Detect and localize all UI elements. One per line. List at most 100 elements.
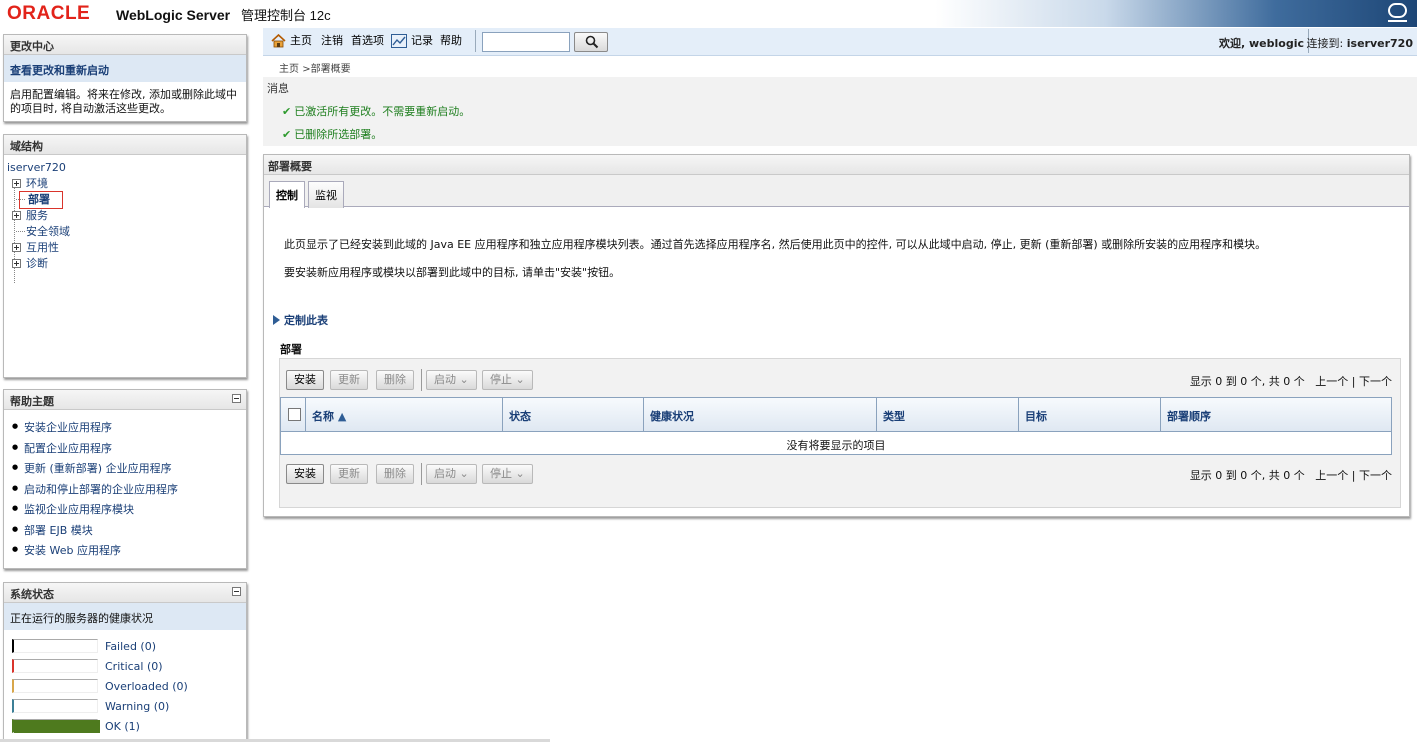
system-status-subtitle: 正在运行的服务器的健康状况 xyxy=(4,603,246,630)
change-center-text: 启用配置编辑。将来在修改, 添加或删除此域中的项目时, 将自动激活这些更改。 xyxy=(10,88,237,115)
pager-top: 显示 0 到 0 个, 共 0 个 上一个 | 下一个 xyxy=(1190,373,1392,389)
page-title: 部署概要 xyxy=(264,155,1409,175)
start-label: 启动 xyxy=(434,467,456,480)
system-status-title-text: 系统状态 xyxy=(10,588,54,601)
message-success: 已激活所有更改。不需要重新启动。 xyxy=(282,103,470,119)
customize-table-link[interactable]: 定制此表 xyxy=(273,312,328,328)
connected-to: 连接到: iserver720 xyxy=(1307,35,1413,51)
column-state[interactable]: 状态 xyxy=(502,398,643,432)
column-health[interactable]: 健康状况 xyxy=(643,398,876,432)
install-button[interactable]: 安装 xyxy=(286,464,324,484)
help-link-top[interactable]: 帮助 xyxy=(440,34,462,48)
breadcrumb-sep: > xyxy=(302,64,311,75)
health-row-overloaded: Overloaded (0) xyxy=(12,679,238,699)
chevron-down-icon: ⌄ xyxy=(515,467,525,480)
chevron-down-icon: ⌄ xyxy=(459,373,469,386)
message-success: 已删除所选部署。 xyxy=(282,126,382,142)
deployments-table-container: 安装 更新 删除 启动 ⌄ 停止 ⌄ 显示 0 到 0 个, 共 0 个 上一个… xyxy=(279,358,1401,508)
expand-plus-icon[interactable] xyxy=(12,179,21,188)
button-separator xyxy=(421,369,422,391)
tree-item-security-realms[interactable]: 安全领域 xyxy=(6,224,244,240)
help-link[interactable]: 监视企业应用程序模块 xyxy=(12,501,240,522)
column-targets[interactable]: 目标 xyxy=(1018,398,1160,432)
app-header: ORACLE WebLogic Server 管理控制台 12c xyxy=(0,0,1417,27)
tree-item-interoperability[interactable]: 互用性 xyxy=(6,240,244,256)
health-link[interactable]: Warning (0) xyxy=(105,700,169,713)
search-input[interactable] xyxy=(482,32,570,52)
pager-bottom: 显示 0 到 0 个, 共 0 个 上一个 | 下一个 xyxy=(1190,467,1392,483)
update-button[interactable]: 更新 xyxy=(330,464,368,484)
change-center-panel: 更改中心 查看更改和重新启动 启用配置编辑。将来在修改, 添加或删除此域中的项目… xyxy=(3,34,247,122)
delete-button[interactable]: 删除 xyxy=(376,370,414,390)
home-icon xyxy=(271,34,286,48)
health-row-warning: Warning (0) xyxy=(12,699,238,719)
collapse-icon[interactable] xyxy=(232,587,241,596)
table-header: 名称 ▲ 状态 健康状况 类型 目标 部署顺序 xyxy=(281,398,1391,432)
stop-dropdown[interactable]: 停止 ⌄ xyxy=(482,370,533,390)
oracle-o-bar-icon xyxy=(1388,20,1407,22)
help-topics-panel: 帮助主题 安装企业应用程序 配置企业应用程序 更新 (重新部署) 企业应用程序 … xyxy=(3,389,247,569)
stop-dropdown[interactable]: 停止 ⌄ xyxy=(482,464,533,484)
help-link[interactable]: 安装企业应用程序 xyxy=(12,419,240,440)
health-bar-fill xyxy=(14,720,100,733)
column-name[interactable]: 名称 ▲ xyxy=(305,398,502,432)
tree-root-domain[interactable]: iserver720 xyxy=(7,161,244,174)
tree-item-label: 诊断 xyxy=(26,257,48,270)
deployment-summary-panel: 部署概要 控制 监视 此页显示了已经安装到此域的 Java EE 应用程序和独立… xyxy=(263,154,1410,517)
install-button[interactable]: 安装 xyxy=(286,370,324,390)
select-all-checkbox[interactable] xyxy=(288,408,301,421)
connected-label: 连接到: xyxy=(1306,37,1344,50)
select-all-cell xyxy=(281,398,305,432)
health-link[interactable]: Failed (0) xyxy=(105,640,156,653)
help-link[interactable]: 安装 Web 应用程序 xyxy=(12,542,240,563)
column-type[interactable]: 类型 xyxy=(876,398,1018,432)
preferences-link[interactable]: 首选项 xyxy=(351,34,384,48)
help-link[interactable]: 部署 EJB 模块 xyxy=(12,522,240,543)
expand-plus-icon[interactable] xyxy=(12,259,21,268)
collapse-icon[interactable] xyxy=(232,394,241,403)
record-label: 记录 xyxy=(411,34,433,47)
update-button[interactable]: 更新 xyxy=(330,370,368,390)
health-link[interactable]: OK (1) xyxy=(105,720,140,733)
health-link[interactable]: Overloaded (0) xyxy=(105,680,188,693)
tab-monitoring[interactable]: 监视 xyxy=(308,181,344,208)
expand-plus-icon[interactable] xyxy=(12,211,21,220)
tab-control[interactable]: 控制 xyxy=(269,181,305,208)
start-dropdown[interactable]: 启动 ⌄ xyxy=(426,464,477,484)
search-button[interactable] xyxy=(574,32,608,52)
pager-next[interactable]: 下一个 xyxy=(1359,469,1392,482)
tree-item-diagnostics[interactable]: 诊断 xyxy=(6,256,244,272)
health-row-failed: Failed (0) xyxy=(12,639,238,659)
help-link[interactable]: 更新 (重新部署) 企业应用程序 xyxy=(12,460,240,481)
tree-item-environment[interactable]: 环境 xyxy=(6,176,244,192)
view-changes-restarts-link[interactable]: 查看更改和重新启动 xyxy=(4,55,246,82)
connected-server: iserver720 xyxy=(1346,37,1413,50)
pager-prev[interactable]: 上一个 xyxy=(1315,469,1348,482)
tree-item-label: 互用性 xyxy=(26,241,59,254)
column-deployment-order[interactable]: 部署顺序 xyxy=(1160,398,1391,432)
tree-item-services[interactable]: 服务 xyxy=(6,208,244,224)
health-row-critical: Critical (0) xyxy=(12,659,238,679)
help-topics-title: 帮助主题 xyxy=(4,390,246,410)
pager-prev[interactable]: 上一个 xyxy=(1315,375,1348,388)
page-description: 此页显示了已经安装到此域的 Java EE 应用程序和独立应用程序模块列表。通过… xyxy=(284,238,1267,251)
product-name: WebLogic Server xyxy=(116,7,231,23)
expand-plus-icon[interactable] xyxy=(12,243,21,252)
help-link[interactable]: 配置企业应用程序 xyxy=(12,440,240,461)
home-link[interactable]: 主页 xyxy=(271,34,312,48)
logout-link[interactable]: 注销 xyxy=(321,34,343,48)
delete-button[interactable]: 删除 xyxy=(376,464,414,484)
deployments-section-title: 部署 xyxy=(280,343,302,356)
tree-item-deployments[interactable]: 部署 xyxy=(6,191,244,209)
column-label: 名称 xyxy=(312,410,334,423)
stop-label: 停止 xyxy=(490,373,512,386)
record-link[interactable]: 记录 xyxy=(391,34,433,48)
help-link[interactable]: 启动和停止部署的企业应用程序 xyxy=(12,481,240,502)
pager-next[interactable]: 下一个 xyxy=(1359,375,1392,388)
breadcrumb-home[interactable]: 主页 xyxy=(279,64,299,75)
oracle-o-icon xyxy=(1388,3,1407,18)
domain-structure-panel: 域结构 iserver720 环境 部署 服务 安全领域 互用性 诊断 xyxy=(3,134,247,378)
sort-ascending-icon[interactable]: ▲ xyxy=(338,410,346,423)
health-link[interactable]: Critical (0) xyxy=(105,660,163,673)
start-dropdown[interactable]: 启动 ⌄ xyxy=(426,370,477,390)
